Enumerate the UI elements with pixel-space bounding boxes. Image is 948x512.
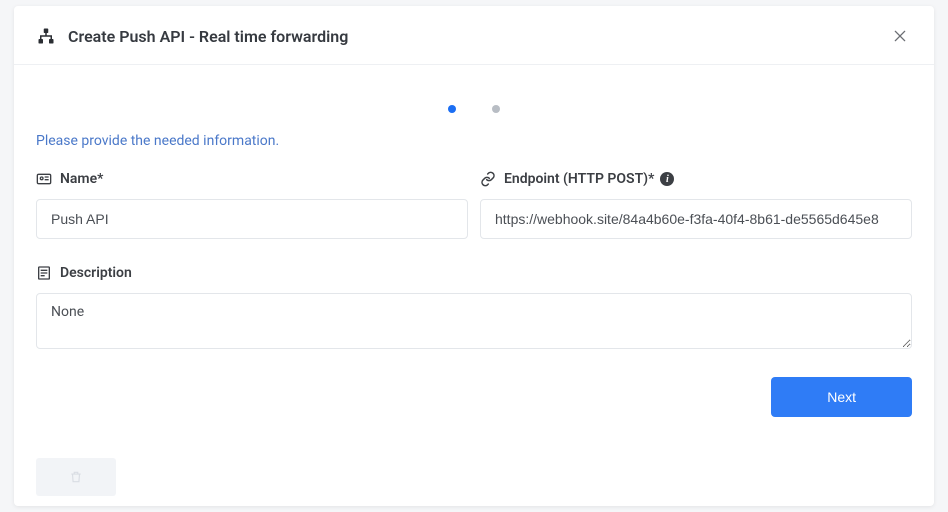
name-label: Name*: [36, 171, 468, 187]
modal-header: Create Push API - Real time forwarding: [14, 6, 934, 65]
modal-body: Please provide the needed information. N…: [14, 65, 934, 506]
description-label-text: Description: [60, 265, 132, 281]
next-button[interactable]: Next: [771, 377, 912, 417]
step-dot-2[interactable]: [492, 105, 500, 113]
modal-title: Create Push API - Real time forwarding: [68, 27, 348, 46]
wizard-stepper: [36, 65, 912, 133]
link-icon: [480, 171, 496, 187]
description-field-group: Description: [36, 265, 912, 353]
document-icon: [36, 265, 52, 281]
description-input[interactable]: [36, 293, 912, 349]
info-icon[interactable]: i: [660, 172, 674, 186]
hierarchy-icon: [36, 26, 56, 46]
endpoint-field-group: Endpoint (HTTP POST)* i: [480, 171, 912, 239]
name-field-group: Name*: [36, 171, 468, 239]
name-label-text: Name*: [60, 171, 103, 187]
endpoint-input[interactable]: [480, 199, 912, 239]
id-card-icon: [36, 171, 52, 187]
create-push-api-modal: Create Push API - Real time forwarding P…: [14, 6, 934, 506]
instruction-text: Please provide the needed information.: [36, 133, 912, 149]
name-input[interactable]: [36, 199, 468, 239]
step-dot-1[interactable]: [448, 105, 456, 113]
form-row-top: Name* Endpoint (HTTP POST)* i: [36, 171, 912, 239]
trash-button[interactable]: [36, 458, 116, 496]
close-button[interactable]: [888, 24, 912, 48]
description-label: Description: [36, 265, 912, 281]
footer-row: Next: [36, 377, 912, 417]
endpoint-label: Endpoint (HTTP POST)* i: [480, 171, 912, 187]
endpoint-label-text: Endpoint (HTTP POST)*: [504, 171, 654, 187]
